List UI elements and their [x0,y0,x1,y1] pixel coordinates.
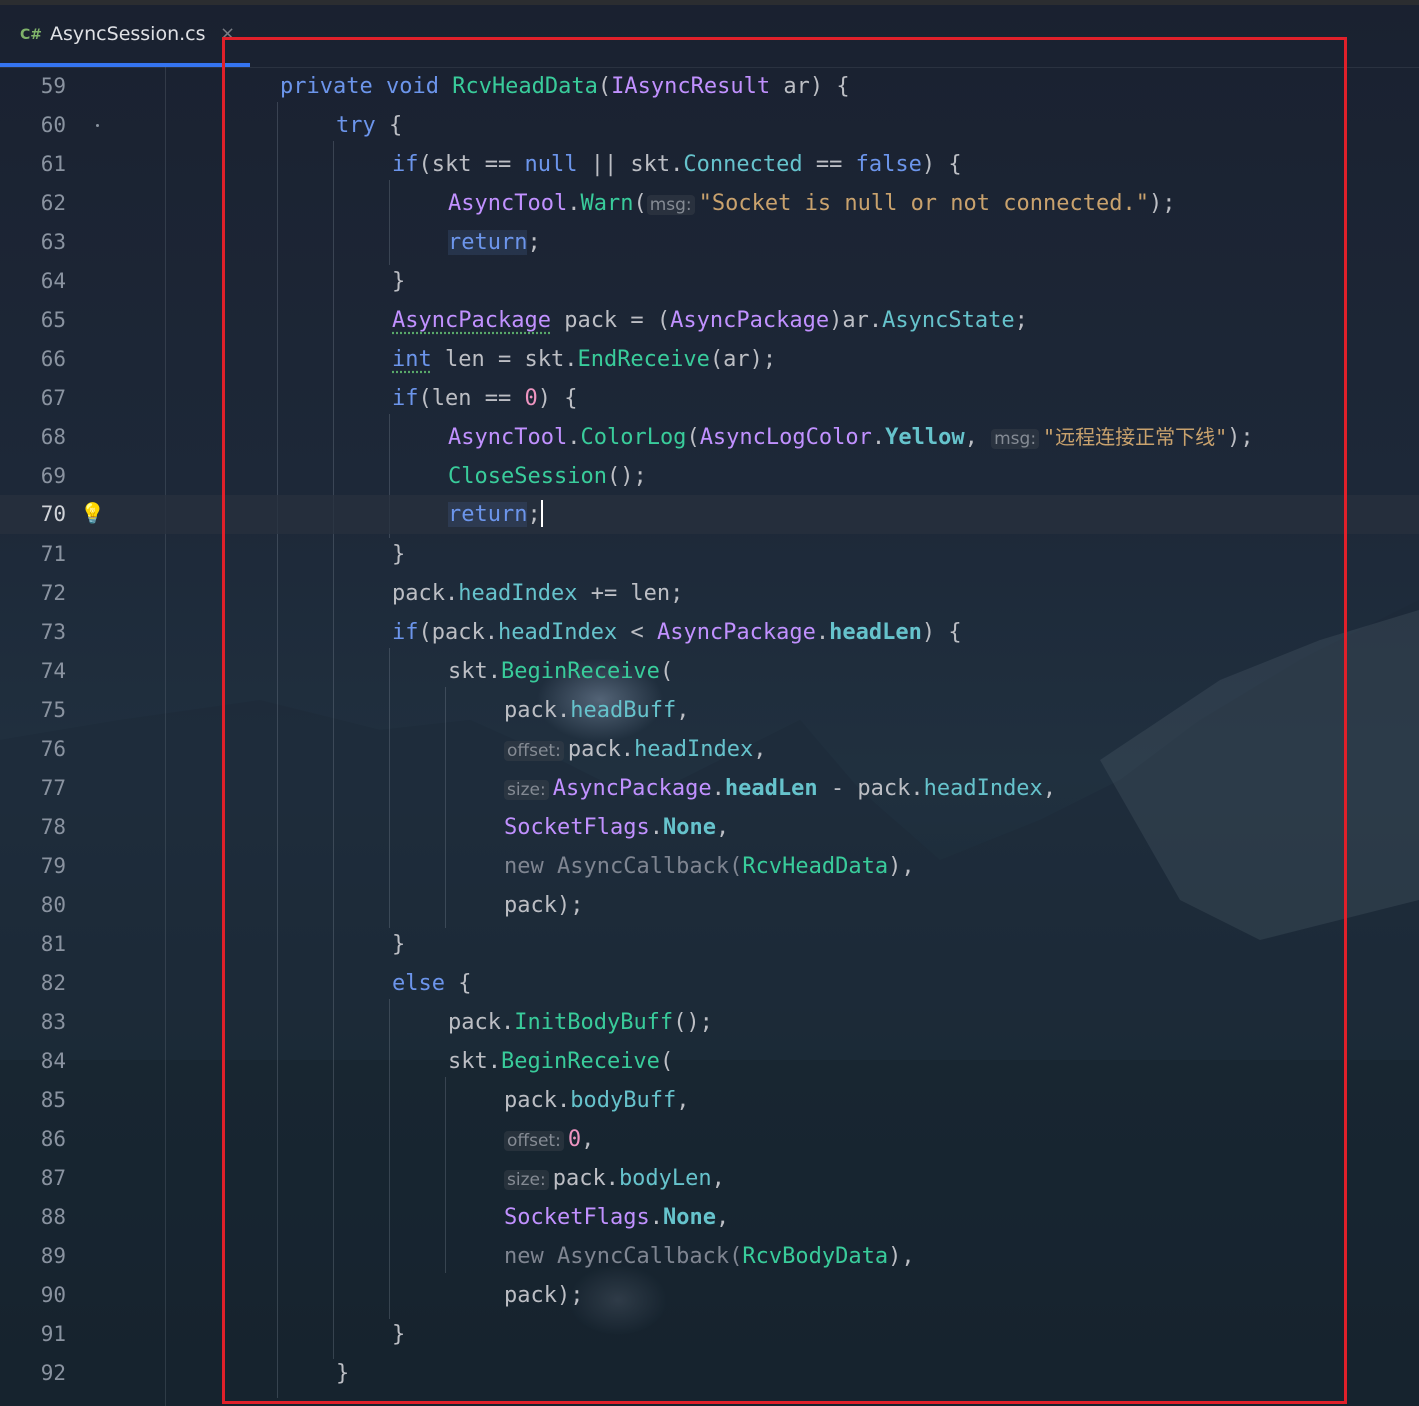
line-number: 84 [40,1049,66,1073]
line-number: 80 [40,893,66,917]
line-number: 66 [40,347,66,371]
line-number: 74 [40,659,66,683]
line-number: 85 [40,1088,66,1112]
lightbulb-icon[interactable]: 💡 [80,501,105,525]
line-number: 62 [40,191,66,215]
line-number: 81 [40,932,66,956]
tab-asyncsession[interactable]: C# AsyncSession.cs × [0,5,250,67]
line-number: 68 [40,425,66,449]
line-number: 72 [40,581,66,605]
line-number: 71 [40,542,66,566]
highlight-annotation-box [222,37,1347,1404]
line-number: 83 [40,1010,66,1034]
line-number: 64 [40,269,66,293]
line-number: 86 [40,1127,66,1151]
line-number: 92 [40,1361,66,1385]
line-number: 90 [40,1283,66,1307]
line-number: 73 [40,620,66,644]
line-number: 91 [40,1322,66,1346]
line-number: 87 [40,1166,66,1190]
line-number: 70 [40,502,66,526]
line-number: 69 [40,464,66,488]
line-number: 60 [40,113,66,137]
line-number: 67 [40,386,66,410]
line-number: 65 [40,308,66,332]
line-number: 76 [40,737,66,761]
line-number: 89 [40,1244,66,1268]
line-number: 88 [40,1205,66,1229]
line-number: 82 [40,971,66,995]
line-number: 79 [40,854,66,878]
line-number: 59 [40,74,66,98]
line-number: 61 [40,152,66,176]
line-number: 75 [40,698,66,722]
tab-filename: AsyncSession.cs [50,23,206,45]
line-number: 63 [40,230,66,254]
csharp-file-icon: C# [20,27,43,43]
line-number: 78 [40,815,66,839]
line-number: 77 [40,776,66,800]
